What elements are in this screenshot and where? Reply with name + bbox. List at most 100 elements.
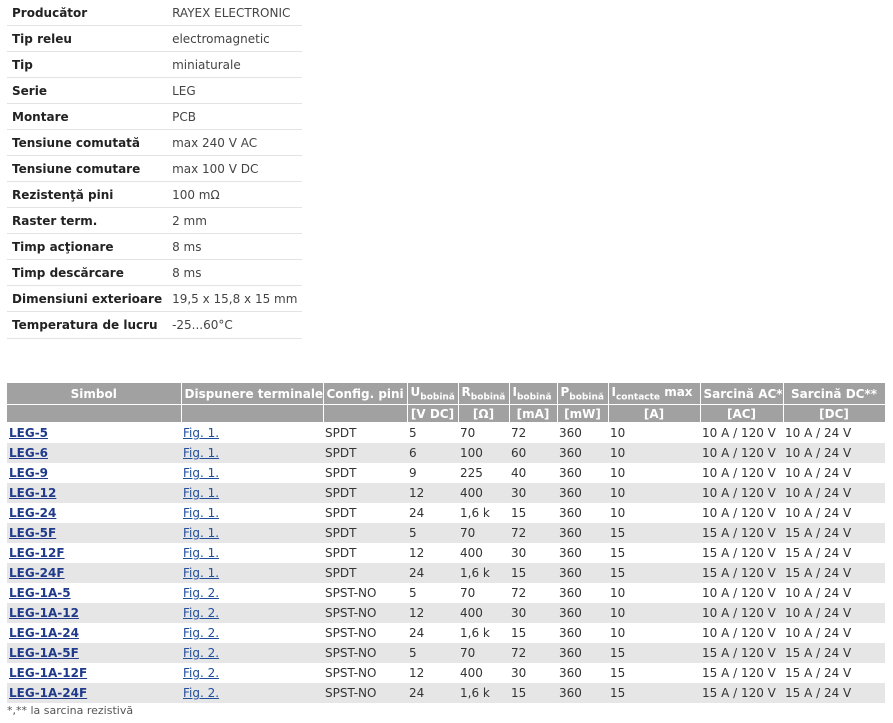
col-header-sarcina-dc[interactable]: Sarcină DC** — [783, 383, 886, 405]
cell-ac: 10 A / 120 V — [700, 443, 783, 463]
spec-value: RAYEX ELECTRONIC — [167, 0, 303, 26]
spec-value: miniaturale — [167, 51, 303, 78]
spec-value: LEG — [167, 77, 303, 104]
cell-sym: LEG-1A-12 — [7, 603, 181, 623]
col-header-dispunere[interactable]: Dispunere terminale — [181, 383, 324, 405]
cell-dc: 15 A / 24 V — [783, 523, 885, 543]
product-link[interactable]: LEG-5F — [9, 526, 56, 540]
table-row: LEG-1A-5F Fig. 2. SPST-NO 5 70 72 360 15 15 A / … — [7, 643, 885, 663]
figure-link[interactable]: Fig. 1. — [183, 566, 219, 580]
product-link[interactable]: LEG-12 — [9, 486, 56, 500]
spec-label: Timp acţionare — [7, 233, 168, 260]
spec-label: Tip releu — [7, 25, 168, 52]
cell-fig: Fig. 1. — [181, 483, 323, 503]
product-link[interactable]: LEG-1A-24 — [9, 626, 79, 640]
product-link[interactable]: LEG-1A-5 — [9, 586, 71, 600]
product-link[interactable]: LEG-6 — [9, 446, 48, 460]
col-header-sarcina-ac[interactable]: Sarcină AC* — [700, 383, 784, 405]
cell-fig: Fig. 2. — [181, 663, 323, 683]
i-sub: bobină — [516, 392, 552, 403]
spec-row: Tensiune comutare max 100 V DC — [7, 155, 303, 182]
cell-ic: 10 — [608, 623, 700, 643]
spec-label: Timp descărcare — [7, 259, 168, 286]
col-header-u-bobina[interactable]: Ubobină — [407, 383, 459, 405]
figure-link[interactable]: Fig. 1. — [183, 426, 219, 440]
figure-link[interactable]: Fig. 1. — [183, 526, 219, 540]
cell-u: 5 — [407, 583, 458, 603]
cell-ac: 10 A / 120 V — [700, 583, 783, 603]
cell-ic: 15 — [608, 523, 700, 543]
figure-link[interactable]: Fig. 1. — [183, 506, 219, 520]
cell-r: 1,6 k — [458, 623, 509, 643]
spec-value: PCB — [167, 103, 303, 130]
spec-value: electromagnetic — [167, 25, 303, 52]
cell-r: 70 — [458, 422, 509, 443]
cell-i: 60 — [509, 443, 557, 463]
figure-link[interactable]: Fig. 2. — [183, 586, 219, 600]
cell-p: 360 — [557, 523, 608, 543]
figure-link[interactable]: Fig. 2. — [183, 686, 219, 700]
product-link[interactable]: LEG-12F — [9, 546, 65, 560]
spec-row: Montare PCB — [7, 103, 303, 130]
table-row: LEG-1A-24F Fig. 2. SPST-NO 24 1,6 k 15 360 15 15… — [7, 683, 885, 703]
cell-fig: Fig. 1. — [181, 523, 323, 543]
cell-u: 24 — [407, 683, 458, 703]
cell-cfg: SPDT — [323, 523, 407, 543]
cell-r: 1,6 k — [458, 683, 509, 703]
cell-sym: LEG-1A-24 — [7, 623, 181, 643]
col-header-i-bobina[interactable]: Ibobină — [509, 383, 558, 405]
product-link[interactable]: LEG-24F — [9, 566, 65, 580]
cell-p: 360 — [557, 422, 608, 443]
spec-label: Tensiune comutare — [7, 155, 168, 182]
col-header-config[interactable]: Config. pini — [323, 383, 408, 405]
product-link[interactable]: LEG-1A-12F — [9, 666, 87, 680]
spec-label: Raster term. — [7, 207, 168, 234]
cell-p: 360 — [557, 683, 608, 703]
cell-sym: LEG-6 — [7, 443, 181, 463]
figure-link[interactable]: Fig. 2. — [183, 626, 219, 640]
col-header-i-contacte[interactable]: Icontacte max — [608, 383, 701, 405]
col-header-p-bobina[interactable]: Pbobină — [557, 383, 609, 405]
product-link[interactable]: LEG-1A-5F — [9, 646, 79, 660]
product-link[interactable]: LEG-9 — [9, 466, 48, 480]
spec-row: Tip miniaturale — [7, 51, 303, 78]
cell-fig: Fig. 1. — [181, 543, 323, 563]
cell-cfg: SPST-NO — [323, 583, 407, 603]
cell-dc: 10 A / 24 V — [783, 503, 885, 523]
p-symbol: P — [560, 384, 570, 399]
specs-body: Producător RAYEX ELECTRONIC Tip releu elect… — [7, 0, 303, 339]
cell-u: 9 — [407, 463, 458, 483]
figure-link[interactable]: Fig. 1. — [183, 446, 219, 460]
figure-link[interactable]: Fig. 2. — [183, 606, 219, 620]
figure-link[interactable]: Fig. 1. — [183, 486, 219, 500]
cell-cfg: SPDT — [323, 543, 407, 563]
col-header-r-bobina[interactable]: Rbobină — [458, 383, 510, 405]
product-link[interactable]: LEG-5 — [9, 426, 48, 440]
unit-config — [323, 404, 408, 423]
table-row: LEG-5 Fig. 1. SPDT 5 70 72 360 10 10 A / 120 V 10… — [7, 422, 885, 443]
cell-r: 400 — [458, 483, 509, 503]
cell-sym: LEG-1A-24F — [7, 683, 181, 703]
product-link[interactable]: LEG-1A-12 — [9, 606, 79, 620]
product-link[interactable]: LEG-1A-24F — [9, 686, 87, 700]
spec-label: Temperatura de lucru — [7, 311, 168, 339]
figure-link[interactable]: Fig. 1. — [183, 546, 219, 560]
cell-fig: Fig. 2. — [181, 683, 323, 703]
figure-link[interactable]: Fig. 2. — [183, 646, 219, 660]
cell-ic: 10 — [608, 583, 700, 603]
cell-fig: Fig. 2. — [181, 623, 323, 643]
cell-u: 24 — [407, 563, 458, 583]
table-row: LEG-1A-24 Fig. 2. SPST-NO 24 1,6 k 15 360 10 10 … — [7, 623, 885, 643]
cell-r: 70 — [458, 643, 509, 663]
cell-i: 72 — [509, 583, 557, 603]
cell-ic: 10 — [608, 483, 700, 503]
spec-value: max 240 V AC — [167, 129, 303, 156]
unit-simbol — [7, 404, 182, 423]
col-header-simbol[interactable]: Simbol — [7, 383, 182, 405]
figure-link[interactable]: Fig. 1. — [183, 466, 219, 480]
spec-label: Serie — [7, 77, 168, 104]
product-link[interactable]: LEG-24 — [9, 506, 56, 520]
cell-ic: 10 — [608, 463, 700, 483]
cell-cfg: SPDT — [323, 463, 407, 483]
figure-link[interactable]: Fig. 2. — [183, 666, 219, 680]
